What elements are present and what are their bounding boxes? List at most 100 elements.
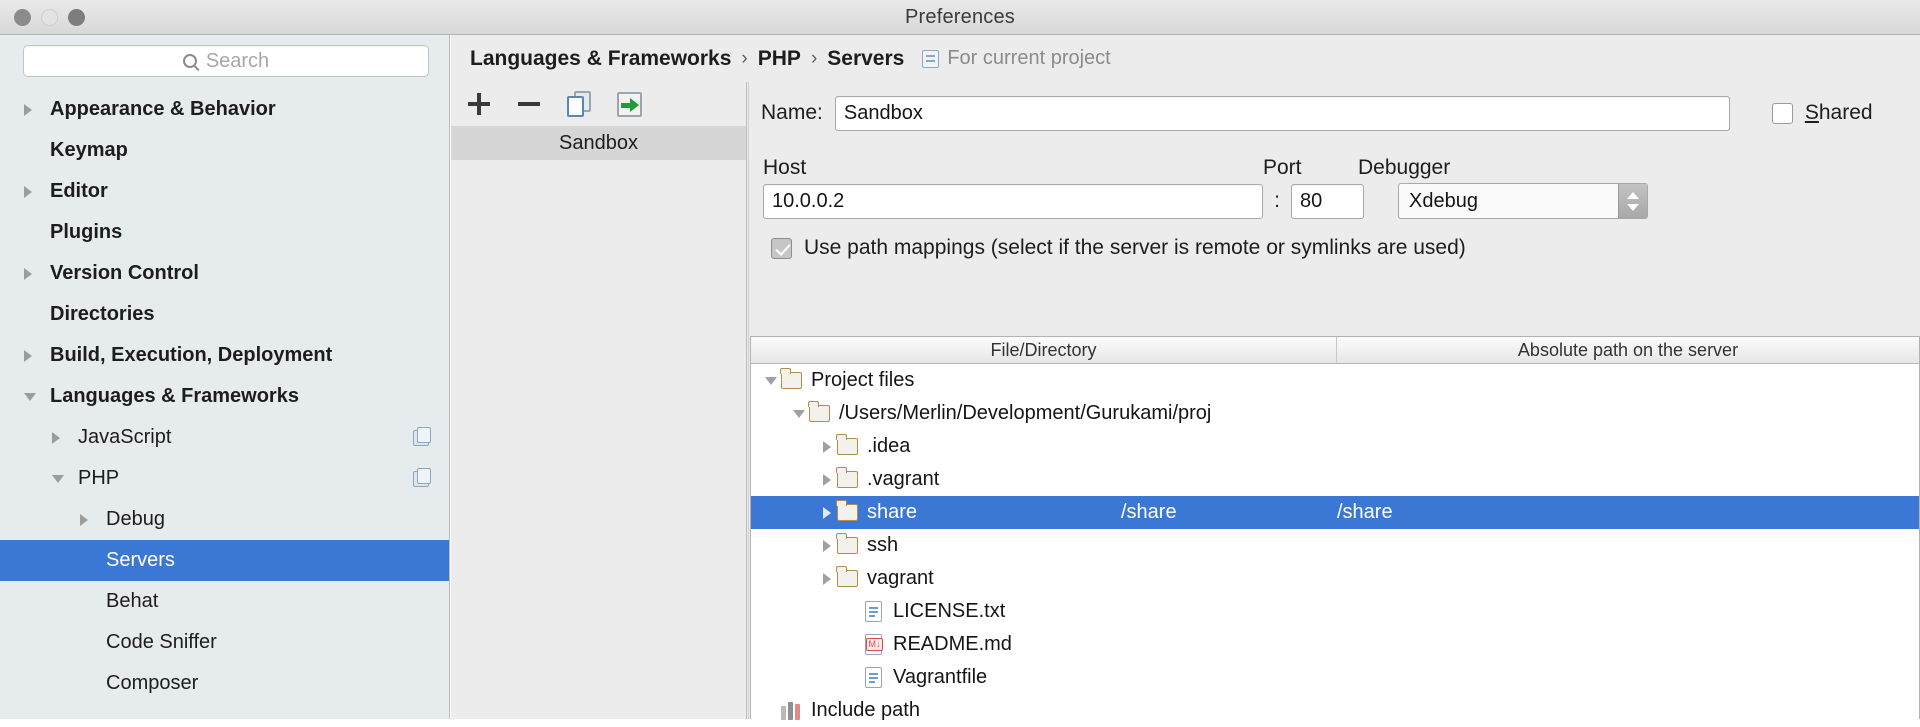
table-row[interactable]: /Users/Merlin/Development/Gurukami/proj (751, 397, 1919, 430)
breadcrumb-item-php[interactable]: PHP (758, 47, 801, 71)
use-path-mappings-row[interactable]: Use path mappings (select if the server … (749, 226, 1920, 270)
table-row[interactable]: Include path (751, 694, 1919, 727)
chevron-right-icon[interactable] (817, 539, 837, 552)
chevron-down-icon[interactable] (24, 392, 42, 401)
close-button[interactable] (14, 9, 31, 26)
chevron-right-icon[interactable] (52, 431, 70, 444)
sidebar-item-behat[interactable]: Behat (0, 581, 449, 622)
host-port-debugger-fields: 10.0.0.2 : 80 Xdebug (749, 180, 1920, 222)
shared-checkbox[interactable] (1771, 102, 1793, 124)
table-row[interactable]: Vagrantfile (751, 661, 1919, 694)
chevron-down-icon[interactable] (761, 376, 781, 385)
sidebar-item-label: Debug (106, 508, 165, 530)
table-row[interactable]: share/share/share (751, 496, 1919, 529)
debugger-stepper[interactable] (1618, 184, 1647, 218)
row-label: Vagrantfile (893, 666, 988, 688)
import-arrow-icon (616, 91, 642, 117)
sidebar-item-label: Appearance & Behavior (50, 98, 276, 120)
markdown-file-icon (865, 634, 883, 655)
sidebar-item-label: Version Control (50, 262, 199, 284)
chevron-right-icon[interactable] (817, 473, 837, 486)
chevron-right-icon[interactable] (817, 506, 837, 519)
cell-file-directory: .vagrant (751, 467, 1337, 491)
settings-content-pane: Languages & Frameworks › PHP › Servers For cu… (451, 35, 1920, 721)
chevron-down-icon[interactable] (789, 409, 809, 418)
sidebar-item-keymap[interactable]: Keymap (0, 130, 449, 171)
window-controls[interactable] (14, 9, 85, 26)
zoom-button[interactable] (68, 9, 85, 26)
cell-absolute-path[interactable]: /share (1121, 496, 1177, 529)
row-label: .idea (867, 435, 911, 457)
minimize-button[interactable] (41, 9, 58, 26)
port-field[interactable]: 80 (1291, 183, 1364, 219)
copy-server-button[interactable] (565, 90, 593, 118)
chevron-right-icon[interactable] (24, 185, 42, 198)
path-mappings-table: File/Directory Absolute path on the serv… (750, 336, 1920, 721)
row-label: /Users/Merlin/Development/Gurukami/proj (839, 402, 1212, 424)
table-row[interactable]: .idea (751, 430, 1919, 463)
chevron-right-icon[interactable] (24, 103, 42, 116)
sidebar-item-javascript[interactable]: JavaScript (0, 417, 449, 458)
server-list-item[interactable]: Sandbox (451, 126, 746, 160)
chevron-right-icon[interactable] (817, 572, 837, 585)
sidebar-item-composer[interactable]: Composer (0, 663, 449, 704)
table-row[interactable]: ssh (751, 529, 1919, 562)
row-label: README.md (893, 633, 1012, 655)
use-path-mappings-checkbox[interactable] (771, 237, 792, 259)
column-header-file-directory[interactable]: File/Directory (751, 337, 1337, 363)
column-header-absolute-path[interactable]: Absolute path on the server (1337, 337, 1919, 363)
cell-file-directory: Project files (751, 368, 1337, 392)
host-label: Host (763, 156, 807, 179)
sidebar-item-label: Languages & Frameworks (50, 385, 299, 407)
search-input[interactable]: Search (23, 45, 429, 77)
add-server-button[interactable] (465, 90, 493, 118)
sidebar-item-appearance-behavior[interactable]: Appearance & Behavior (0, 89, 449, 130)
sidebar-item-plugins[interactable]: Plugins (0, 212, 449, 253)
sidebar-item-languages-frameworks[interactable]: Languages & Frameworks (0, 376, 449, 417)
sidebar-item-servers[interactable]: Servers (0, 540, 449, 581)
sidebar-item-label: JavaScript (78, 426, 172, 448)
cell-absolute-path[interactable]: /share (1337, 501, 1919, 524)
chevron-right-icon[interactable] (24, 267, 42, 280)
shared-label-rest: hared (1818, 101, 1873, 124)
sidebar-item-version-control[interactable]: Version Control (0, 253, 449, 294)
table-row[interactable]: LICENSE.txt (751, 595, 1919, 628)
path-mappings-rows: Project files/Users/Merlin/Development/G… (751, 364, 1919, 727)
import-server-button[interactable] (615, 90, 643, 118)
breadcrumb-item-languages-frameworks[interactable]: Languages & Frameworks (470, 47, 731, 71)
sidebar-item-label: Servers (106, 549, 175, 571)
sidebar-item-build-execution-deployment[interactable]: Build, Execution, Deployment (0, 335, 449, 376)
folder-icon (836, 467, 858, 488)
cell-file-directory: share (751, 500, 1337, 524)
shared-checkbox-row[interactable]: Shared (1771, 101, 1873, 125)
window-titlebar: Preferences (0, 0, 1920, 35)
shared-mnemonic: S (1804, 101, 1819, 124)
sidebar-item-debug[interactable]: Debug (0, 499, 449, 540)
table-row[interactable]: vagrant (751, 562, 1919, 595)
project-scope-icon (413, 426, 431, 446)
sidebar-item-directories[interactable]: Directories (0, 294, 449, 335)
host-field[interactable]: 10.0.0.2 (763, 183, 1263, 219)
table-row[interactable]: Project files (751, 364, 1919, 397)
table-row[interactable]: README.md (751, 628, 1919, 661)
name-field[interactable]: Sandbox (834, 95, 1730, 131)
include-path-icon (781, 701, 802, 720)
sidebar-item-label: Directories (50, 303, 155, 325)
chevron-down-icon[interactable] (52, 474, 70, 483)
sidebar-item-code-sniffer[interactable]: Code Sniffer (0, 622, 449, 663)
cell-file-directory: .idea (751, 434, 1337, 458)
chevron-up-icon (1627, 191, 1639, 199)
folder-icon (836, 533, 858, 554)
chevron-right-icon[interactable] (817, 440, 837, 453)
sidebar-item-editor[interactable]: Editor (0, 171, 449, 212)
sidebar-item-php[interactable]: PHP (0, 458, 449, 499)
chevron-right-icon[interactable] (80, 513, 98, 526)
breadcrumb-item-servers[interactable]: Servers (827, 47, 904, 71)
row-label: Project files (811, 369, 915, 391)
remove-server-button[interactable] (515, 90, 543, 118)
project-scope-icon (922, 49, 940, 68)
window-title: Preferences (904, 5, 1016, 28)
debugger-select[interactable]: Xdebug (1398, 183, 1648, 219)
table-row[interactable]: .vagrant (751, 463, 1919, 496)
chevron-right-icon[interactable] (24, 349, 42, 362)
